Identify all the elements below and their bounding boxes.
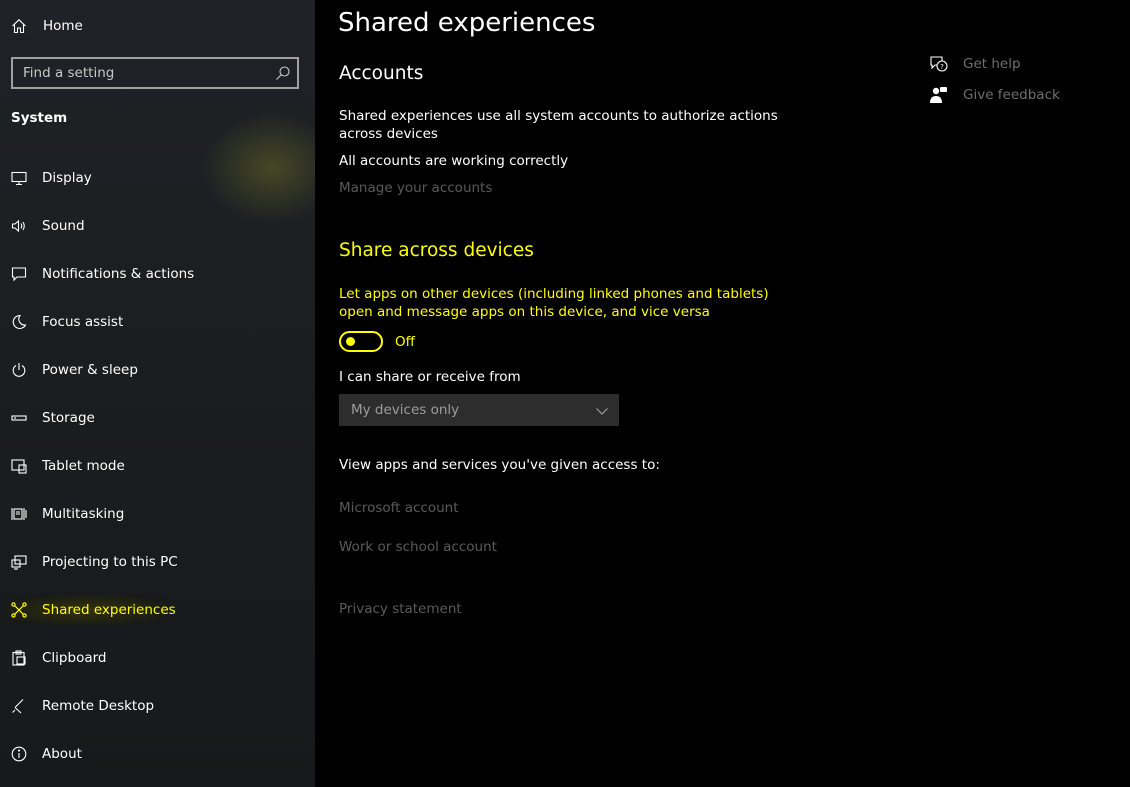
- sidebar-item-tablet-mode[interactable]: Tablet mode: [0, 446, 315, 486]
- sidebar-item-label: Focus assist: [42, 314, 124, 330]
- accounts-description: Shared experiences use all system accoun…: [339, 108, 778, 142]
- moon-icon: [11, 314, 27, 330]
- svg-text:?: ?: [940, 63, 944, 71]
- share-from-dropdown[interactable]: My devices only: [339, 394, 619, 426]
- main-content: Shared experiences Accounts Shared exper…: [315, 0, 1130, 787]
- manage-accounts-link[interactable]: Manage your accounts: [339, 179, 492, 197]
- speaker-icon: [11, 218, 27, 234]
- give-feedback-link[interactable]: Give feedback: [963, 87, 1060, 103]
- sidebar-item-label: Storage: [42, 410, 95, 426]
- share-across-devices-toggle[interactable]: [339, 331, 383, 352]
- clipboard-icon: [11, 650, 27, 666]
- sidebar-item-label: Shared experiences: [42, 602, 176, 618]
- power-icon: [11, 362, 27, 378]
- home-icon: [11, 18, 27, 34]
- search-input[interactable]: Find a setting: [11, 57, 299, 89]
- sidebar-item-power-sleep[interactable]: Power & sleep: [0, 350, 315, 390]
- display-icon: [11, 170, 27, 186]
- sidebar-item-multitasking[interactable]: Multitasking: [0, 494, 315, 534]
- sidebar-item-label: Display: [42, 170, 92, 186]
- work-school-account-link[interactable]: Work or school account: [339, 538, 497, 556]
- share-across-devices-heading: Share across devices: [339, 240, 534, 261]
- give-feedback-icon[interactable]: [929, 86, 949, 104]
- microsoft-account-link[interactable]: Microsoft account: [339, 499, 459, 517]
- info-icon: [11, 746, 27, 762]
- toggle-knob: [346, 337, 355, 346]
- section-title: System: [11, 110, 68, 126]
- home-label: Home: [43, 18, 83, 34]
- sidebar-item-label: About: [42, 746, 82, 762]
- sidebar-item-label: Clipboard: [42, 650, 107, 666]
- sidebar-item-focus-assist[interactable]: Focus assist: [0, 302, 315, 342]
- sidebar-item-label: Tablet mode: [42, 458, 125, 474]
- access-label: View apps and services you've given acce…: [339, 457, 660, 473]
- remote-desktop-icon: [11, 698, 27, 714]
- sidebar-item-label: Remote Desktop: [42, 698, 155, 714]
- sidebar-item-label: Notifications & actions: [42, 266, 195, 282]
- get-help-link[interactable]: Get help: [963, 56, 1021, 72]
- privacy-statement-link[interactable]: Privacy statement: [339, 600, 462, 618]
- accounts-heading: Accounts: [339, 63, 424, 84]
- sidebar-item-remote-desktop[interactable]: Remote Desktop: [0, 686, 315, 726]
- search-placeholder: Find a setting: [23, 65, 115, 81]
- sidebar-item-sound[interactable]: Sound: [0, 206, 315, 246]
- get-help-icon[interactable]: ?: [929, 55, 949, 73]
- share-description: Let apps on other devices (including lin…: [339, 286, 769, 320]
- home-nav-item[interactable]: Home: [0, 10, 315, 42]
- sidebar-item-label: Power & sleep: [42, 362, 138, 378]
- sidebar-item-about[interactable]: About: [0, 734, 315, 774]
- sidebar-item-clipboard[interactable]: Clipboard: [0, 638, 315, 678]
- projecting-icon: [11, 554, 27, 570]
- toggle-state-label: Off: [395, 334, 415, 350]
- search-icon[interactable]: [275, 65, 291, 81]
- sidebar-item-display[interactable]: Display: [0, 158, 315, 198]
- tablet-mode-icon: [11, 458, 27, 474]
- sidebar-item-label: Multitasking: [42, 506, 125, 522]
- sidebar: Home Find a setting System Display Sound…: [0, 0, 315, 787]
- page-title: Shared experiences: [338, 8, 596, 38]
- dropdown-value: My devices only: [351, 402, 460, 418]
- sidebar-item-notifications[interactable]: Notifications & actions: [0, 254, 315, 294]
- message-icon: [11, 266, 27, 282]
- multitasking-icon: [11, 506, 27, 522]
- chevron-down-icon: [595, 403, 609, 417]
- sidebar-item-label: Sound: [42, 218, 85, 234]
- sidebar-item-label: Projecting to this PC: [42, 554, 178, 570]
- sidebar-item-storage[interactable]: Storage: [0, 398, 315, 438]
- shared-experiences-icon: [11, 602, 27, 618]
- storage-icon: [11, 410, 27, 426]
- accounts-status: All accounts are working correctly: [339, 153, 569, 169]
- sidebar-item-shared-experiences[interactable]: Shared experiences: [0, 590, 315, 630]
- sidebar-item-projecting[interactable]: Projecting to this PC: [0, 542, 315, 582]
- share-receive-label: I can share or receive from: [339, 369, 521, 385]
